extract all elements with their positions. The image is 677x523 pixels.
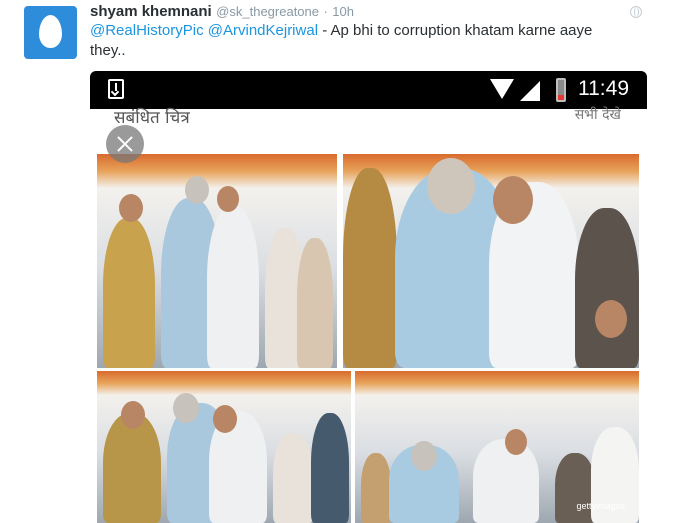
status-clock: 11:49 bbox=[578, 77, 629, 100]
mention-arvindkejriwal[interactable]: @ArvindKejriwal bbox=[208, 22, 318, 39]
tweet-media-image[interactable]: 11:49 सबंधित चित्र सभी देखे gettyimages bbox=[90, 71, 647, 523]
tweet-header: shyam khemnani @sk_thegreatone · 10h bbox=[90, 3, 650, 23]
default-egg-icon bbox=[39, 15, 62, 48]
user-avatar[interactable] bbox=[24, 6, 77, 59]
phone-status-bar: 11:49 bbox=[90, 71, 647, 109]
photo-2 bbox=[343, 154, 639, 368]
signal-icon bbox=[520, 81, 540, 101]
photo-watermark: gettyimages bbox=[576, 501, 625, 511]
battery-icon bbox=[556, 78, 566, 102]
globe-icon bbox=[630, 6, 642, 18]
author-name[interactable]: shyam khemnani bbox=[90, 3, 212, 20]
photo-4: gettyimages bbox=[355, 371, 639, 523]
photo-3 bbox=[97, 371, 351, 523]
tweet-timestamp[interactable]: 10h bbox=[332, 4, 354, 19]
see-all-link: सभी देखे bbox=[574, 107, 621, 123]
separator-dot: · bbox=[323, 4, 328, 19]
wifi-icon bbox=[490, 79, 514, 99]
mention-realhistorypic[interactable]: @RealHistoryPic bbox=[90, 22, 204, 39]
close-icon bbox=[106, 125, 144, 163]
photo-1 bbox=[97, 154, 337, 368]
download-icon bbox=[108, 79, 124, 99]
author-handle[interactable]: @sk_thegreatone bbox=[216, 4, 319, 19]
tweet-text: @RealHistoryPic @ArvindKejriwal - Ap bhi… bbox=[90, 21, 630, 61]
